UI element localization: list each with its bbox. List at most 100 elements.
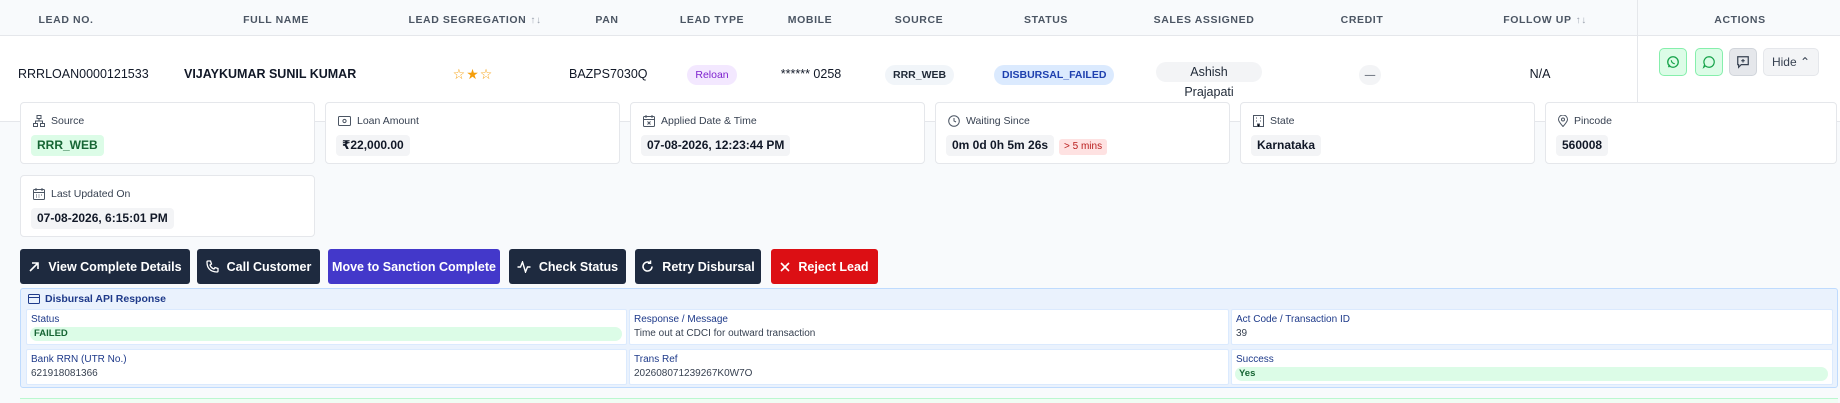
check-status-button[interactable]: Check Status bbox=[509, 249, 626, 284]
calendar-icon bbox=[33, 188, 45, 200]
sales-assigned-badge: Ashish Prajapati bbox=[1156, 62, 1262, 99]
loan-amount-value: ₹22,000.00 bbox=[336, 135, 410, 156]
cell-success: Success Yes bbox=[1231, 349, 1833, 385]
card-loan-amount: Loan Amount ₹22,000.00 bbox=[325, 102, 620, 164]
panel-title-text: Disbursal API Response bbox=[45, 293, 166, 305]
sort-icon[interactable]: ↑↓ bbox=[530, 1, 541, 41]
lead-type-badge: Reloan bbox=[687, 65, 737, 85]
success-label: Success bbox=[1236, 354, 1274, 365]
panel-title: Disbursal API Response bbox=[28, 293, 166, 305]
view-complete-details-button[interactable]: View Complete Details bbox=[20, 249, 190, 284]
arrow-up-right-icon bbox=[29, 261, 40, 272]
chat-button[interactable] bbox=[1695, 48, 1723, 76]
label-text: Applied Date & Time bbox=[661, 115, 757, 127]
card-source: Source RRR_WEB bbox=[20, 102, 315, 164]
cell-status: Status FAILED bbox=[26, 309, 627, 345]
last-updated-value: 07-08-2026, 6:15:01 PM bbox=[31, 208, 174, 229]
bank-rrn-label: Bank RRN (UTR No.) bbox=[31, 354, 127, 365]
call-customer-button[interactable]: Call Customer bbox=[197, 249, 320, 284]
note-button[interactable] bbox=[1729, 48, 1757, 76]
card-last-updated-label: Last Updated On bbox=[33, 188, 130, 200]
star-filled-icon[interactable]: ★ bbox=[466, 66, 480, 82]
pincode-value: 560008 bbox=[1556, 135, 1609, 156]
follow-up-value: N/A bbox=[1529, 67, 1551, 81]
card-applied-date-label: Applied Date & Time bbox=[643, 115, 757, 127]
header-follow-up-label: FOLLOW UP bbox=[1503, 14, 1572, 26]
waiting-warning-badge: > 5 mins bbox=[1059, 139, 1108, 155]
sales-assigned-cell: Ashish Prajapati bbox=[1156, 62, 1262, 99]
reject-lead-button[interactable]: Reject Lead bbox=[771, 249, 878, 284]
lead-list-page: LEAD NO. FULL NAME LEAD SEGREGATION ↑↓ PA… bbox=[0, 0, 1840, 403]
hide-button[interactable]: Hide ⌃ bbox=[1763, 48, 1819, 76]
star-empty-icon[interactable]: ☆ bbox=[453, 66, 467, 82]
pan-value: BAZPS7030Q bbox=[569, 67, 648, 81]
header-follow-up[interactable]: FOLLOW UP ↑↓ bbox=[1500, 0, 1590, 36]
button-label: Move to Sanction Complete bbox=[332, 259, 496, 274]
lead-number[interactable]: RRRLOAN0000121533 bbox=[18, 62, 149, 86]
act-code-label: Act Code / Transaction ID bbox=[1236, 314, 1350, 325]
button-label: Reject Lead bbox=[798, 259, 869, 274]
cell-trans-ref: Trans Ref 202608071239267K0W7O bbox=[629, 349, 1229, 385]
message-square-plus-icon bbox=[1737, 56, 1749, 69]
header-lead-type: LEAD TYPE bbox=[679, 14, 745, 26]
move-to-sanction-complete-button[interactable]: Move to Sanction Complete bbox=[328, 249, 500, 284]
card-last-updated: Last Updated On 07-08-2026, 6:15:01 PM bbox=[20, 175, 315, 237]
status-cell: DISBURSAL_FAILED bbox=[994, 62, 1115, 86]
label-text: Last Updated On bbox=[51, 188, 131, 200]
lead-type-cell: Reloan bbox=[686, 62, 738, 86]
card-state: State Karnataka bbox=[1240, 102, 1535, 164]
label-text: Waiting Since bbox=[966, 115, 1030, 127]
button-label: Check Status bbox=[538, 259, 619, 274]
response-value: Time out at CDCI for outward transaction bbox=[634, 328, 816, 339]
response-label: Response / Message bbox=[634, 314, 728, 325]
label-text: Loan Amount bbox=[357, 115, 419, 127]
success-badge: Yes bbox=[1235, 367, 1828, 381]
map-pin-icon bbox=[1558, 115, 1568, 127]
header-lead-segregation-label: LEAD SEGREGATION bbox=[408, 14, 527, 26]
retry-disbursal-button[interactable]: Retry Disbursal bbox=[635, 249, 761, 284]
state-value: Karnataka bbox=[1251, 135, 1322, 156]
status-badge: DISBURSAL_FAILED bbox=[994, 65, 1115, 85]
card-waiting-since: Waiting Since 0m 0d 0h 5m 26s > 5 mins bbox=[935, 102, 1230, 164]
button-label: View Complete Details bbox=[48, 259, 182, 274]
act-code-value: 39 bbox=[1236, 328, 1248, 339]
source-cell: RRR_WEB bbox=[885, 62, 955, 86]
clock-icon bbox=[948, 115, 960, 127]
cell-bank-rrn: Bank RRN (UTR No.) 621918081366 bbox=[26, 349, 627, 385]
mobile-value: ****** 0258 bbox=[780, 67, 842, 81]
button-label: Retry Disbursal bbox=[662, 259, 755, 274]
header-lead-segregation[interactable]: LEAD SEGREGATION ↑↓ bbox=[405, 0, 545, 36]
network-icon bbox=[33, 115, 45, 127]
card-applied-date: Applied Date & Time 07-08-2026, 12:23:44… bbox=[630, 102, 925, 164]
trans-ref-label: Trans Ref bbox=[634, 354, 678, 365]
credit-assigned-cell: — bbox=[1355, 62, 1385, 86]
label-text: Pincode bbox=[1574, 115, 1612, 127]
waiting-since-value: 0m 0d 0h 5m 26s bbox=[946, 135, 1055, 156]
header-full-name: FULL NAME bbox=[243, 14, 309, 26]
header-mobile: MOBILE bbox=[787, 14, 833, 26]
table-header: LEAD NO. FULL NAME LEAD SEGREGATION ↑↓ PA… bbox=[0, 0, 1840, 66]
card-pincode-label: Pincode bbox=[1558, 115, 1612, 127]
next-section-edge bbox=[20, 398, 1838, 403]
card-loan-amount-label: Loan Amount bbox=[338, 115, 419, 127]
whatsapp-button[interactable] bbox=[1659, 48, 1687, 76]
header-pan: PAN bbox=[595, 14, 619, 26]
disbursal-api-response-panel: Disbursal API Response Status FAILED Res… bbox=[20, 288, 1838, 388]
calendar-x-icon bbox=[643, 115, 655, 127]
building-icon bbox=[1253, 115, 1264, 127]
header-lead-no: LEAD NO. bbox=[38, 14, 94, 26]
header-status: STATUS bbox=[1023, 14, 1069, 26]
sort-icon[interactable]: ↑↓ bbox=[1576, 1, 1587, 41]
activity-icon bbox=[517, 260, 531, 273]
card-source-label: Source bbox=[33, 115, 84, 127]
header-source: SOURCE bbox=[894, 14, 944, 26]
header-credit-assigned: CREDIT ASSIGNED bbox=[1332, 14, 1391, 66]
cell-response-message: Response / Message Time out at CDCI for … bbox=[629, 309, 1229, 345]
hide-label: Hide bbox=[1771, 55, 1797, 69]
star-empty-icon[interactable]: ☆ bbox=[480, 66, 494, 82]
rating-stars[interactable]: ☆★☆ bbox=[448, 62, 498, 86]
label-text: State bbox=[1270, 115, 1295, 127]
card-pincode: Pincode 560008 bbox=[1545, 102, 1837, 164]
button-label: Call Customer bbox=[226, 259, 312, 274]
message-circle-icon bbox=[1702, 56, 1715, 69]
